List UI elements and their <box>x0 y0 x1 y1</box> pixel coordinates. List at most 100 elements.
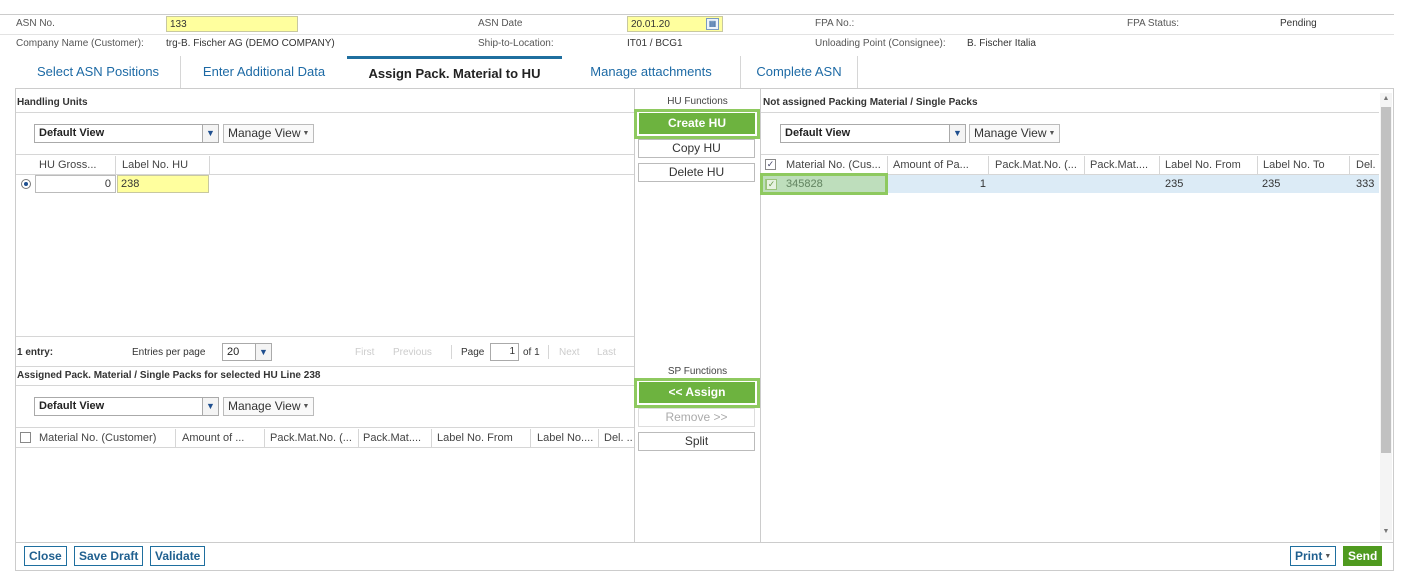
row-amount: 1 <box>979 178 986 190</box>
chevron-down-icon: ▼ <box>202 398 218 415</box>
hu-label-input[interactable]: 238 <box>117 175 209 193</box>
create-hu-button[interactable]: Create HU <box>639 113 755 134</box>
row-checkbox-overlay: ✓ <box>766 179 777 190</box>
caret-down-icon: ▼ <box>1048 130 1056 138</box>
not-assigned-select-all-checkbox[interactable]: ✓ <box>765 159 776 170</box>
hu-pager-page-input[interactable]: 1 <box>490 343 519 361</box>
hu-pager-first[interactable]: First <box>355 347 374 358</box>
fpa-no-label: FPA No.: <box>815 18 855 29</box>
chevron-down-icon: ▼ <box>202 125 218 142</box>
ship-to-label: Ship-to-Location: <box>478 38 554 49</box>
unloading-label: Unloading Point (Consignee): <box>815 38 946 49</box>
asn-date-value: 20.01.20 <box>631 19 670 30</box>
row-label-from: 235 <box>1165 178 1184 190</box>
asn-date-label: ASN Date <box>478 18 523 29</box>
not-assigned-col-material[interactable]: Material No. (Cus... <box>786 159 884 171</box>
hu-col-label[interactable]: Label No. HU <box>122 159 207 171</box>
not-assigned-col-packmat-no[interactable]: Pack.Mat.No. (... <box>995 159 1080 171</box>
hu-col-gross[interactable]: HU Gross... <box>39 159 113 171</box>
assigned-col-packmat-no[interactable]: Pack.Mat.No. (... <box>270 432 356 444</box>
chevron-down-icon: ▼ <box>949 125 965 142</box>
asn-no-field[interactable]: 133 <box>166 16 298 32</box>
save-draft-button[interactable]: Save Draft <box>74 546 144 566</box>
print-button[interactable]: Print ▼ <box>1290 546 1337 566</box>
caret-down-icon: ▼ <box>1324 552 1332 560</box>
hu-entry-count: 1 entry: <box>17 347 54 358</box>
assigned-col-material[interactable]: Material No. (Customer) <box>39 432 173 444</box>
row-label-to: 235 <box>1262 178 1281 190</box>
company-value: trg-B. Fischer AG (DEMO COMPANY) <box>166 38 335 49</box>
assigned-col-label-from[interactable]: Label No. From <box>437 432 529 444</box>
hu-pager-page-label: Page <box>461 347 485 358</box>
unloading-value: B. Fischer Italia <box>967 38 1036 49</box>
not-assigned-view-value: Default View <box>785 127 851 139</box>
not-assigned-manage-view-label: Manage View <box>974 126 1047 140</box>
remove-button[interactable]: Remove >> <box>638 408 755 427</box>
assigned-manage-view-button[interactable]: Manage View ▼ <box>223 397 315 416</box>
hu-pager-next[interactable]: Next <box>559 347 580 358</box>
caret-down-icon: ▼ <box>302 403 310 411</box>
close-button[interactable]: Close <box>24 546 67 566</box>
not-assigned-view-select[interactable]: Default View ▼ <box>780 124 966 143</box>
assigned-col-amount[interactable]: Amount of ... <box>182 432 262 444</box>
not-assigned-title: Not assigned Packing Material / Single P… <box>763 97 978 108</box>
assigned-title: Assigned Pack. Material / Single Packs f… <box>17 370 321 381</box>
hu-view-value: Default View <box>39 127 105 139</box>
radio-selected-icon[interactable] <box>21 179 31 189</box>
hu-manage-view-label: Manage View <box>228 126 301 140</box>
assigned-col-packmat[interactable]: Pack.Mat.... <box>363 432 429 444</box>
print-label: Print <box>1295 549 1323 563</box>
ship-to-value: IT01 / BCG1 <box>627 38 683 49</box>
validate-button[interactable]: Validate <box>150 546 206 566</box>
company-label: Company Name (Customer): <box>16 38 144 49</box>
chevron-down-icon: ▼ <box>255 344 271 360</box>
material-cell-highlight <box>760 173 888 195</box>
hu-pager-of: of 1 <box>523 347 540 358</box>
hu-pager-previous[interactable]: Previous <box>393 347 432 358</box>
not-assigned-manage-view-button[interactable]: Manage View ▼ <box>969 124 1061 143</box>
vertical-scrollbar[interactable]: ▲ ▼ <box>1380 93 1392 540</box>
asn-no-label: ASN No. <box>16 18 55 29</box>
assigned-view-value: Default View <box>39 400 105 412</box>
assigned-manage-view-label: Manage View <box>228 399 301 413</box>
fpa-status-label: FPA Status: <box>1127 18 1180 29</box>
not-assigned-col-label-to[interactable]: Label No. To <box>1263 159 1343 171</box>
tab-enter-additional-data[interactable]: Enter Additional Data <box>181 56 347 88</box>
scroll-up-icon[interactable]: ▲ <box>1380 95 1392 105</box>
hu-view-select[interactable]: Default View ▼ <box>34 124 219 143</box>
tab-select-asn-positions[interactable]: Select ASN Positions <box>16 56 180 88</box>
scroll-down-icon[interactable]: ▼ <box>1380 528 1392 538</box>
delete-hu-button[interactable]: Delete HU <box>638 163 755 182</box>
caret-down-icon: ▼ <box>302 130 310 138</box>
tab-complete-asn[interactable]: Complete ASN <box>741 56 857 88</box>
not-assigned-col-packmat[interactable]: Pack.Mat.... <box>1090 159 1156 171</box>
hu-per-page-value: 20 <box>227 346 240 358</box>
row-del: 333 <box>1356 178 1375 190</box>
fpa-status-value: Pending <box>1280 18 1317 29</box>
hu-per-page-select[interactable]: 20 ▼ <box>222 343 272 361</box>
tab-manage-attachments[interactable]: Manage attachments <box>562 56 740 88</box>
row-material-overlay: 345828 <box>786 178 823 190</box>
split-button[interactable]: Split <box>638 432 755 451</box>
hu-functions-title: HU Functions <box>667 96 728 107</box>
assigned-col-del[interactable]: Del. ... <box>604 432 633 444</box>
not-assigned-col-del[interactable]: Del. <box>1356 159 1378 171</box>
scrollbar-thumb[interactable] <box>1381 107 1391 453</box>
hu-per-page-label: Entries per page <box>132 347 206 358</box>
handling-units-title: Handling Units <box>17 97 88 108</box>
not-assigned-col-label-from[interactable]: Label No. From <box>1165 159 1255 171</box>
sp-functions-title: SP Functions <box>667 366 728 377</box>
hu-manage-view-button[interactable]: Manage View ▼ <box>223 124 315 143</box>
assigned-view-select[interactable]: Default View ▼ <box>34 397 219 416</box>
not-assigned-col-amount[interactable]: Amount of Pa... <box>893 159 983 171</box>
asn-date-field[interactable]: 20.01.20 ▦ <box>627 16 723 32</box>
hu-gross-input[interactable]: 0 <box>35 175 116 193</box>
assigned-select-all-checkbox[interactable] <box>20 432 31 443</box>
tab-assign-pack-material[interactable]: Assign Pack. Material to HU <box>347 56 562 88</box>
assigned-col-label-to[interactable]: Label No.... <box>537 432 596 444</box>
hu-pager-last[interactable]: Last <box>597 347 616 358</box>
calendar-icon[interactable]: ▦ <box>706 18 719 30</box>
copy-hu-button[interactable]: Copy HU <box>638 139 755 158</box>
send-button[interactable]: Send <box>1343 546 1383 566</box>
assign-button[interactable]: << Assign <box>639 382 755 403</box>
